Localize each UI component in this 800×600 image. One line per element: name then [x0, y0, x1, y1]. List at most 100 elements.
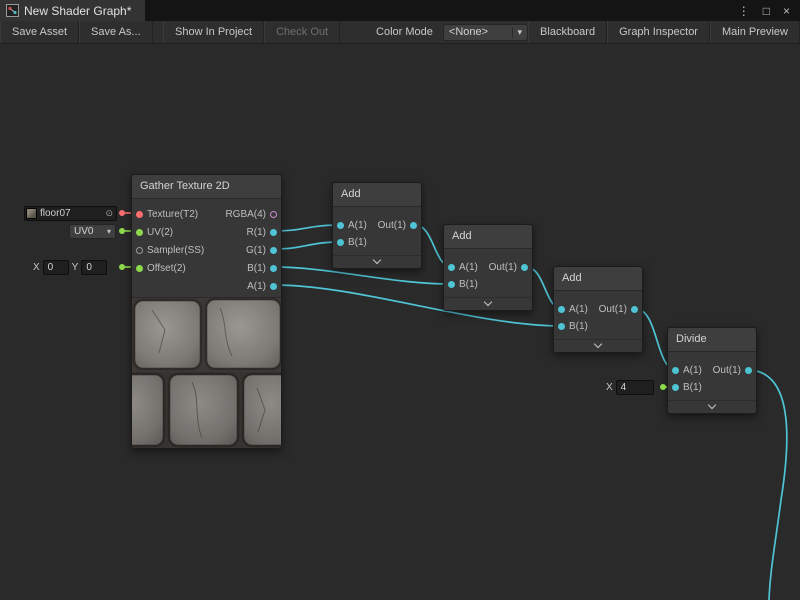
toolbar-right-group: Blackboard Graph Inspector Main Preview — [528, 21, 800, 43]
more-icon[interactable]: ⋮ — [738, 4, 750, 18]
texture-object-field[interactable]: floor07 ⊙ — [24, 206, 117, 221]
port-label: A(1) — [459, 262, 478, 273]
node-add-2[interactable]: Add A(1) B(1) Out(1) — [443, 224, 533, 311]
node-gather-texture-2d[interactable]: Gather Texture 2D Texture(T2) UV(2) Samp… — [131, 174, 282, 449]
port-label: R(1) — [247, 227, 266, 238]
color-mode-dropdown[interactable]: <None> ▾ — [443, 24, 528, 41]
port-label: Out(1) — [599, 304, 627, 315]
port-b-in[interactable] — [558, 323, 565, 330]
node-add-3[interactable]: Add A(1) B(1) Out(1) — [553, 266, 643, 353]
node-preview-texture[interactable] — [132, 297, 281, 448]
divide-b-field: X 4 — [606, 380, 654, 395]
offset-vector2-field: X 0 Y 0 — [33, 260, 107, 275]
offset-x-input[interactable]: 0 — [43, 260, 69, 275]
edge-gather-b-to-add2-b[interactable] — [274, 267, 452, 284]
offset-y-input[interactable]: 0 — [81, 260, 107, 275]
shader-graph-toolbar: Save Asset Save As... Show In Project Ch… — [0, 21, 800, 44]
main-preview-toggle-button[interactable]: Main Preview — [710, 21, 800, 43]
uv-connector-dot[interactable] — [119, 228, 125, 234]
show-in-project-button[interactable]: Show In Project — [163, 21, 264, 43]
port-a-in[interactable] — [558, 306, 565, 313]
texture-name: floor07 — [40, 208, 71, 219]
window-titlebar: New Shader Graph* ⋮ □ × — [0, 0, 800, 21]
chevron-down-icon — [484, 298, 492, 306]
port-label: B(1) — [569, 321, 588, 332]
save-as-button[interactable]: Save As... — [79, 21, 153, 43]
port-a-out[interactable] — [270, 283, 277, 290]
maximize-icon[interactable]: □ — [763, 4, 770, 18]
edge-gather-g-to-add1-b[interactable] — [274, 242, 341, 249]
dropdown-arrow-icon: ▾ — [512, 27, 523, 38]
node-title[interactable]: Add — [554, 267, 642, 291]
port-rgba-out[interactable] — [270, 211, 277, 218]
toolbar-spacer — [153, 21, 163, 43]
node-title[interactable]: Divide — [668, 328, 756, 352]
texture-connector-dot[interactable] — [119, 210, 125, 216]
port-label: Out(1) — [713, 365, 741, 376]
color-mode-label: Color Mode — [370, 26, 439, 38]
port-label: B(1) — [459, 279, 478, 290]
dropdown-arrow-icon: ▾ — [107, 227, 111, 236]
port-b-in[interactable] — [672, 384, 679, 391]
node-title[interactable]: Gather Texture 2D — [132, 175, 281, 199]
port-label: A(1) — [247, 281, 266, 292]
graph-canvas[interactable]: Gather Texture 2D Texture(T2) UV(2) Samp… — [0, 0, 800, 600]
port-out[interactable] — [631, 306, 638, 313]
port-b-in[interactable] — [337, 239, 344, 246]
port-a-in[interactable] — [672, 367, 679, 374]
port-label: RGBA(4) — [225, 209, 266, 220]
port-texture-in[interactable] — [136, 211, 143, 218]
node-add-1[interactable]: Add A(1) B(1) Out(1) — [332, 182, 422, 269]
window-tab[interactable]: New Shader Graph* — [0, 0, 145, 21]
port-label: B(1) — [348, 237, 367, 248]
offset-x-label: X — [33, 262, 40, 273]
close-icon[interactable]: × — [783, 4, 790, 18]
port-out[interactable] — [521, 264, 528, 271]
port-label: UV(2) — [147, 227, 173, 238]
shader-graph-icon — [6, 4, 19, 17]
port-offset-in[interactable] — [136, 265, 143, 272]
port-a-in[interactable] — [337, 222, 344, 229]
collapse-toggle[interactable] — [444, 297, 532, 310]
port-b-in[interactable] — [448, 281, 455, 288]
port-out[interactable] — [410, 222, 417, 229]
edge-layer — [0, 0, 800, 600]
port-uv-in[interactable] — [136, 229, 143, 236]
check-out-button: Check Out — [264, 21, 340, 43]
offset-connector-dot[interactable] — [119, 264, 125, 270]
port-label: B(1) — [247, 263, 266, 274]
port-label: Texture(T2) — [147, 209, 198, 220]
port-label: A(1) — [569, 304, 588, 315]
offset-y-label: Y — [72, 262, 79, 273]
edge-gather-r-to-add1-a[interactable] — [274, 225, 341, 231]
port-out[interactable] — [745, 367, 752, 374]
divide-b-input[interactable]: 4 — [616, 380, 654, 395]
node-divide[interactable]: Divide A(1) B(1) Out(1) — [667, 327, 757, 414]
uv-channel-dropdown[interactable]: UV0 ▾ — [69, 224, 116, 239]
port-g-out[interactable] — [270, 247, 277, 254]
port-label: Out(1) — [489, 262, 517, 273]
divide-b-connector-dot[interactable] — [660, 384, 666, 390]
graph-inspector-toggle-button[interactable]: Graph Inspector — [607, 21, 710, 43]
chevron-down-icon — [594, 340, 602, 348]
port-a-in[interactable] — [448, 264, 455, 271]
port-b-out[interactable] — [270, 265, 277, 272]
blackboard-toggle-button[interactable]: Blackboard — [528, 21, 607, 43]
port-sampler-in[interactable] — [136, 247, 143, 254]
divide-b-label: X — [606, 382, 613, 393]
window-title: New Shader Graph* — [24, 4, 131, 18]
collapse-toggle[interactable] — [668, 400, 756, 413]
uv-channel-value: UV0 — [74, 226, 93, 237]
collapse-toggle[interactable] — [554, 339, 642, 352]
port-label: Offset(2) — [147, 263, 186, 274]
chevron-down-icon — [708, 401, 716, 409]
port-r-out[interactable] — [270, 229, 277, 236]
object-picker-icon[interactable]: ⊙ — [105, 208, 116, 219]
node-title[interactable]: Add — [444, 225, 532, 249]
node-title[interactable]: Add — [333, 183, 421, 207]
save-asset-button[interactable]: Save Asset — [0, 21, 79, 43]
collapse-toggle[interactable] — [333, 255, 421, 268]
port-label: G(1) — [246, 245, 266, 256]
color-mode-value: <None> — [449, 26, 488, 38]
port-label: A(1) — [348, 220, 367, 231]
